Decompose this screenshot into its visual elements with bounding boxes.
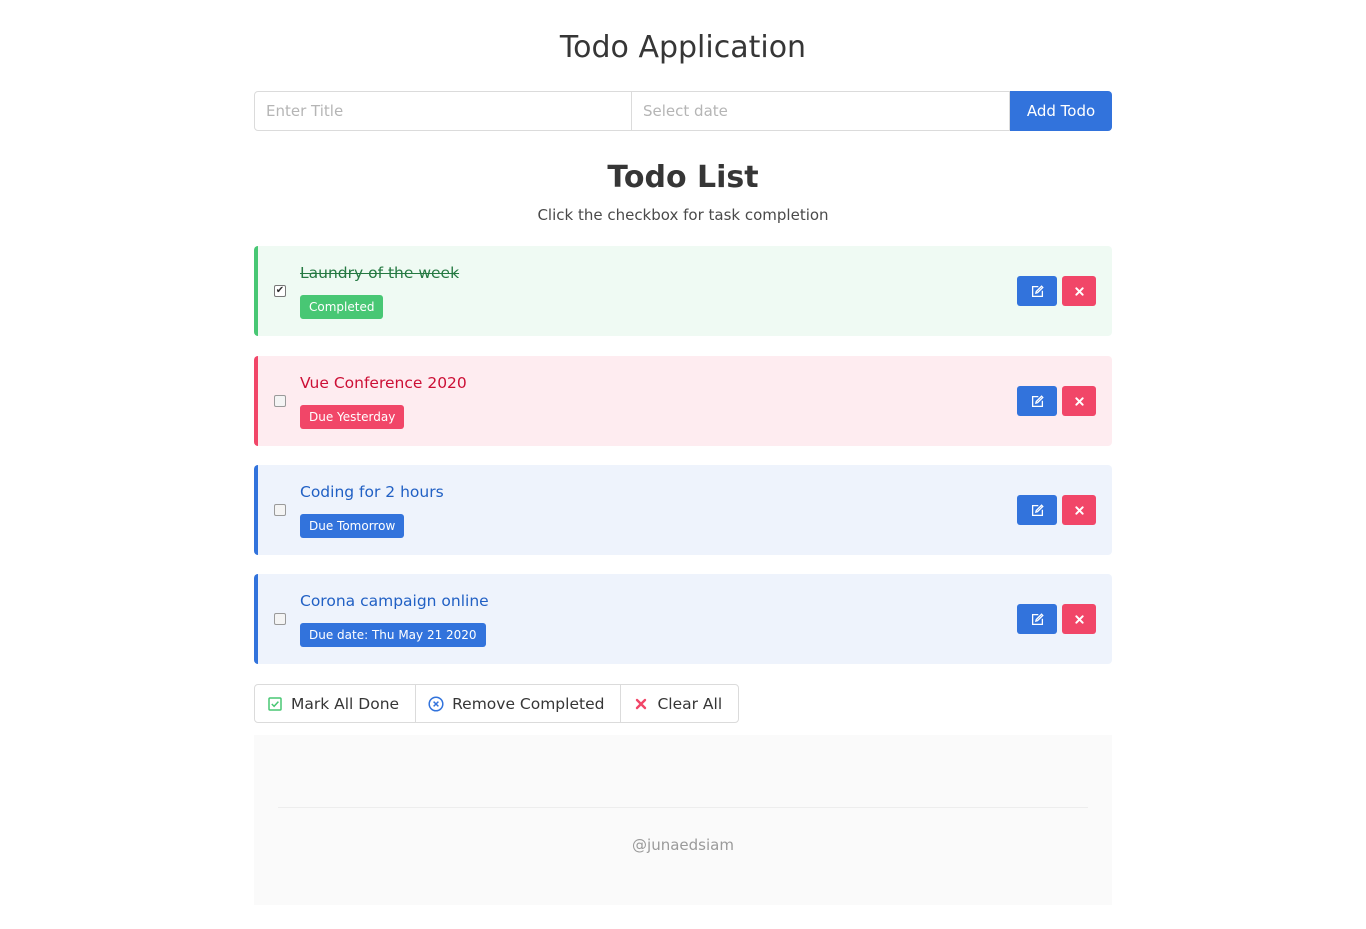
edit-button[interactable] [1017, 495, 1057, 525]
title-input[interactable] [254, 91, 632, 131]
delete-button[interactable] [1062, 604, 1096, 634]
status-badge: Completed [300, 295, 384, 319]
check-square-icon [267, 696, 283, 712]
todo-checkbox[interactable] [274, 613, 286, 625]
edit-icon [1031, 612, 1044, 625]
mark-all-done-label: Mark All Done [291, 694, 400, 713]
times-icon [1074, 396, 1084, 406]
add-todo-form: Add Todo [254, 91, 1112, 131]
todo-item: Coding for 2 hours Due Tomorrow [254, 465, 1112, 555]
app-title: Todo Application [559, 30, 807, 65]
edit-button[interactable] [1017, 386, 1057, 416]
delete-button[interactable] [1062, 276, 1096, 306]
status-badge: Due Yesterday [300, 405, 405, 429]
edit-button[interactable] [1017, 604, 1057, 634]
status-badge: Due Tomorrow [300, 514, 405, 538]
list-title: Todo List [607, 160, 759, 195]
todo-title: Coding for 2 hours [300, 483, 444, 501]
times-icon [1074, 286, 1084, 296]
todo-checkbox[interactable] [274, 504, 286, 516]
remove-completed-label: Remove Completed [452, 694, 605, 713]
edit-icon [1031, 284, 1044, 297]
date-input[interactable] [632, 91, 1010, 131]
todo-title: Laundry of the week [300, 264, 460, 282]
list-subtitle: Click the checkbox for task completion [537, 206, 829, 224]
todo-item: ✔ Laundry of the week Completed [254, 246, 1112, 336]
times-icon [1074, 614, 1084, 624]
footer-handle: @junaedsiam [632, 836, 734, 854]
clear-all-label: Clear All [657, 694, 723, 713]
delete-button[interactable] [1062, 495, 1096, 525]
times-icon [633, 696, 649, 712]
footer: @junaedsiam [254, 735, 1112, 905]
status-badge: Due date: Thu May 21 2020 [300, 623, 486, 647]
edit-icon [1031, 394, 1044, 407]
times-icon [1074, 505, 1084, 515]
edit-icon [1031, 503, 1044, 516]
bulk-actions: Mark All Done Remove Completed Clear All [254, 684, 740, 723]
todo-item: Vue Conference 2020 Due Yesterday [254, 356, 1112, 446]
todo-title: Corona campaign online [300, 592, 489, 610]
add-todo-button[interactable]: Add Todo [1010, 91, 1112, 131]
todo-title: Vue Conference 2020 [300, 374, 467, 392]
delete-button[interactable] [1062, 386, 1096, 416]
edit-button[interactable] [1017, 276, 1057, 306]
footer-divider [278, 807, 1088, 808]
todo-checkbox[interactable] [274, 395, 286, 407]
todo-checkbox[interactable]: ✔ [274, 285, 286, 297]
mark-all-done-button[interactable]: Mark All Done [255, 685, 415, 722]
clear-all-button[interactable]: Clear All [620, 685, 738, 722]
todo-item: Corona campaign online Due date: Thu May… [254, 574, 1112, 664]
times-circle-icon [428, 695, 444, 712]
remove-completed-button[interactable]: Remove Completed [415, 685, 620, 722]
